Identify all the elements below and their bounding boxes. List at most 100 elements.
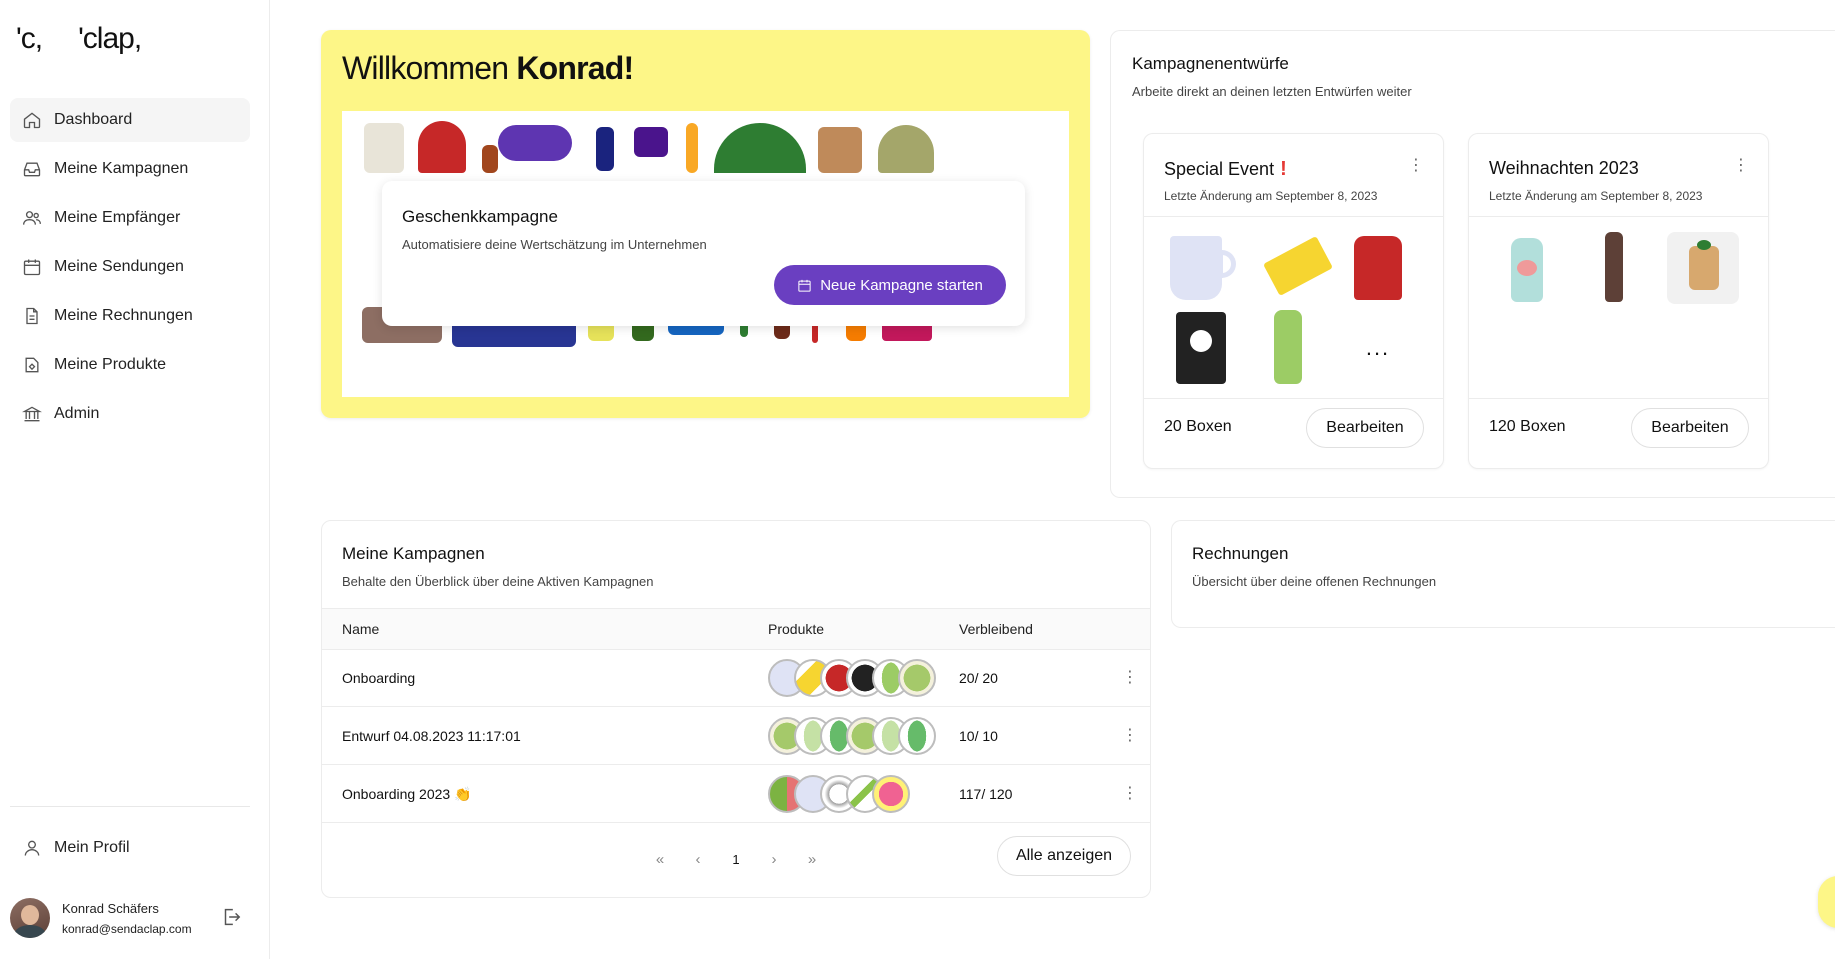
logout-button[interactable] (220, 906, 242, 928)
draft-title-text: Weihnachten 2023 (1489, 158, 1639, 178)
sidebar-item-admin[interactable]: Admin (10, 392, 250, 436)
divider (1469, 398, 1768, 399)
sidebar-item-produkte[interactable]: Meine Produkte (10, 343, 250, 387)
draft-date: Letzte Änderung am September 8, 2023 (1164, 189, 1378, 203)
sidebar-item-sendungen[interactable]: Meine Sendungen (10, 245, 250, 289)
bottle-image (482, 145, 498, 173)
more-options-icon[interactable]: ⋮ (1408, 156, 1424, 176)
product-thumbnails (768, 775, 910, 813)
home-icon (23, 112, 41, 129)
sidebar-item-label: Dashboard (54, 111, 133, 128)
show-all-button[interactable]: Alle anzeigen (997, 836, 1131, 876)
divider (1144, 216, 1443, 217)
chocolate-box-image (634, 127, 668, 157)
draft-title: Weihnachten 2023 (1489, 158, 1639, 179)
products-icon (25, 357, 39, 373)
gift-campaign-subtitle: Automatisiere deine Wertschätzung im Unt… (402, 237, 707, 252)
campaign-name: Onboarding 2023 👏 (342, 786, 472, 803)
purple-bag-image (498, 125, 572, 161)
prev-page-button[interactable]: ‹ (690, 851, 706, 868)
first-page-button[interactable]: « (652, 851, 668, 868)
gift-campaign-card: Geschenkkampagne Automatisiere deine Wer… (382, 181, 1025, 326)
invoices-title: Rechnungen (1192, 544, 1289, 563)
campaign-remaining: 20/ 20 (959, 670, 998, 686)
calendar-icon (23, 259, 41, 276)
campaigns-subtitle: Behalte den Überblick über deine Aktiven… (342, 574, 654, 589)
sidebar-item-dashboard[interactable]: Dashboard (10, 98, 250, 142)
column-products: Produkte (768, 621, 825, 637)
user-info: Konrad Schäfers konrad@sendaclap.com (62, 901, 192, 936)
campaign-name: Entwurf 04.08.2023 11:17:01 (342, 728, 521, 744)
table-row[interactable]: Entwurf 04.08.2023 11:17:01 10/ 10 ⋮ (322, 708, 1150, 765)
sidebar-item-rechnungen[interactable]: Meine Rechnungen (10, 294, 250, 338)
logout-icon (224, 908, 241, 926)
welcome-card: Willkommen Konrad! Geschenkkampagne Auto… (321, 30, 1090, 418)
bottle-thumb (898, 717, 936, 755)
calendar-icon (798, 279, 811, 292)
table-header: Name Produkte Verbleibend (322, 608, 1150, 650)
draft-box-count: 20 Boxen (1164, 418, 1232, 435)
invoices-panel: Rechnungen Übersicht über deine offenen … (1171, 520, 1835, 628)
more-options-icon[interactable]: ⋮ (1122, 726, 1138, 746)
drafts-subtitle: Arbeite direkt an deinen letzten Entwürf… (1132, 84, 1412, 99)
sidebar: 'c, 'clap, Dashboard Meine Kampagnen Mei… (0, 0, 270, 959)
sidebar-item-label: Meine Rechnungen (54, 307, 193, 324)
campaigns-title: Meine Kampagnen (342, 544, 485, 563)
user-icon (24, 840, 40, 856)
beer-bottle-image (686, 123, 698, 173)
pagination: « ‹ 1 › » (652, 851, 820, 868)
user-name: Konrad Schäfers (62, 900, 159, 916)
next-page-button[interactable]: › (766, 851, 782, 868)
document-icon (26, 307, 38, 325)
table-row[interactable]: Onboarding 2023 👏 117/ 120 ⋮ (322, 766, 1150, 823)
logo[interactable]: 'c, 'clap, (16, 22, 142, 56)
can-image (596, 127, 614, 171)
sidebar-item-empfaenger[interactable]: Meine Empfänger (10, 196, 250, 240)
chips-bag-image (364, 123, 404, 173)
sidebar-item-label: Mein Profil (54, 839, 130, 856)
logo-mark: 'c, (16, 22, 43, 55)
logo-text: 'clap, (78, 22, 142, 55)
product-thumbnails (768, 717, 936, 755)
gift-campaign-title: Geschenkkampagne (402, 207, 558, 226)
campaign-remaining: 10/ 10 (959, 728, 998, 744)
invoices-subtitle: Übersicht über deine offenen Rechnungen (1192, 574, 1437, 589)
users-icon (23, 211, 41, 225)
sidebar-item-label: Meine Produkte (54, 356, 167, 373)
campaign-name-text: Onboarding 2023 (342, 786, 451, 802)
sidebar-item-kampagnen[interactable]: Meine Kampagnen (10, 147, 250, 191)
draft-card[interactable]: Special Event ! Letzte Änderung am Septe… (1143, 133, 1444, 469)
column-name: Name (342, 621, 380, 637)
urgent-icon: ! (1280, 158, 1287, 180)
floating-help-button[interactable] (1818, 876, 1835, 928)
divider (1469, 216, 1768, 217)
sidebar-item-label: Meine Kampagnen (54, 160, 189, 177)
draft-date: Letzte Änderung am September 8, 2023 (1489, 189, 1703, 203)
new-campaign-label: Neue Kampagne starten (820, 276, 983, 294)
divider (1144, 398, 1443, 399)
red-beanie-image (418, 121, 466, 173)
last-page-button[interactable]: » (804, 851, 820, 868)
new-campaign-button[interactable]: Neue Kampagne starten (774, 265, 1006, 305)
gin-bottle-image (1489, 230, 1565, 306)
umbrella-image (714, 123, 806, 173)
avatar (10, 898, 50, 938)
mug-image (1164, 230, 1240, 306)
draft-title-text: Special Event (1164, 159, 1275, 179)
edit-draft-button[interactable]: Bearbeiten (1306, 408, 1424, 448)
more-options-icon[interactable]: ⋮ (1733, 156, 1749, 176)
draft-box-count: 120 Boxen (1489, 418, 1566, 435)
more-options-icon[interactable]: ⋮ (1122, 668, 1138, 688)
clap-emoji-icon: 👏 (454, 786, 472, 802)
sidebar-item-profil[interactable]: Mein Profil (22, 838, 130, 858)
more-options-icon[interactable]: ⋮ (1122, 784, 1138, 804)
bank-icon (22, 406, 42, 422)
liquor-bottle-image (1575, 230, 1651, 306)
edit-draft-button[interactable]: Bearbeiten (1631, 408, 1749, 448)
current-page[interactable]: 1 (728, 852, 744, 867)
campaign-name: Onboarding (342, 670, 416, 686)
draft-card[interactable]: Weihnachten 2023 Letzte Änderung am Sept… (1468, 133, 1769, 469)
coffee-bag-image (818, 127, 862, 173)
user-email: konrad@sendaclap.com (62, 921, 192, 936)
table-row[interactable]: Onboarding 20/ 20 ⋮ (322, 650, 1150, 707)
